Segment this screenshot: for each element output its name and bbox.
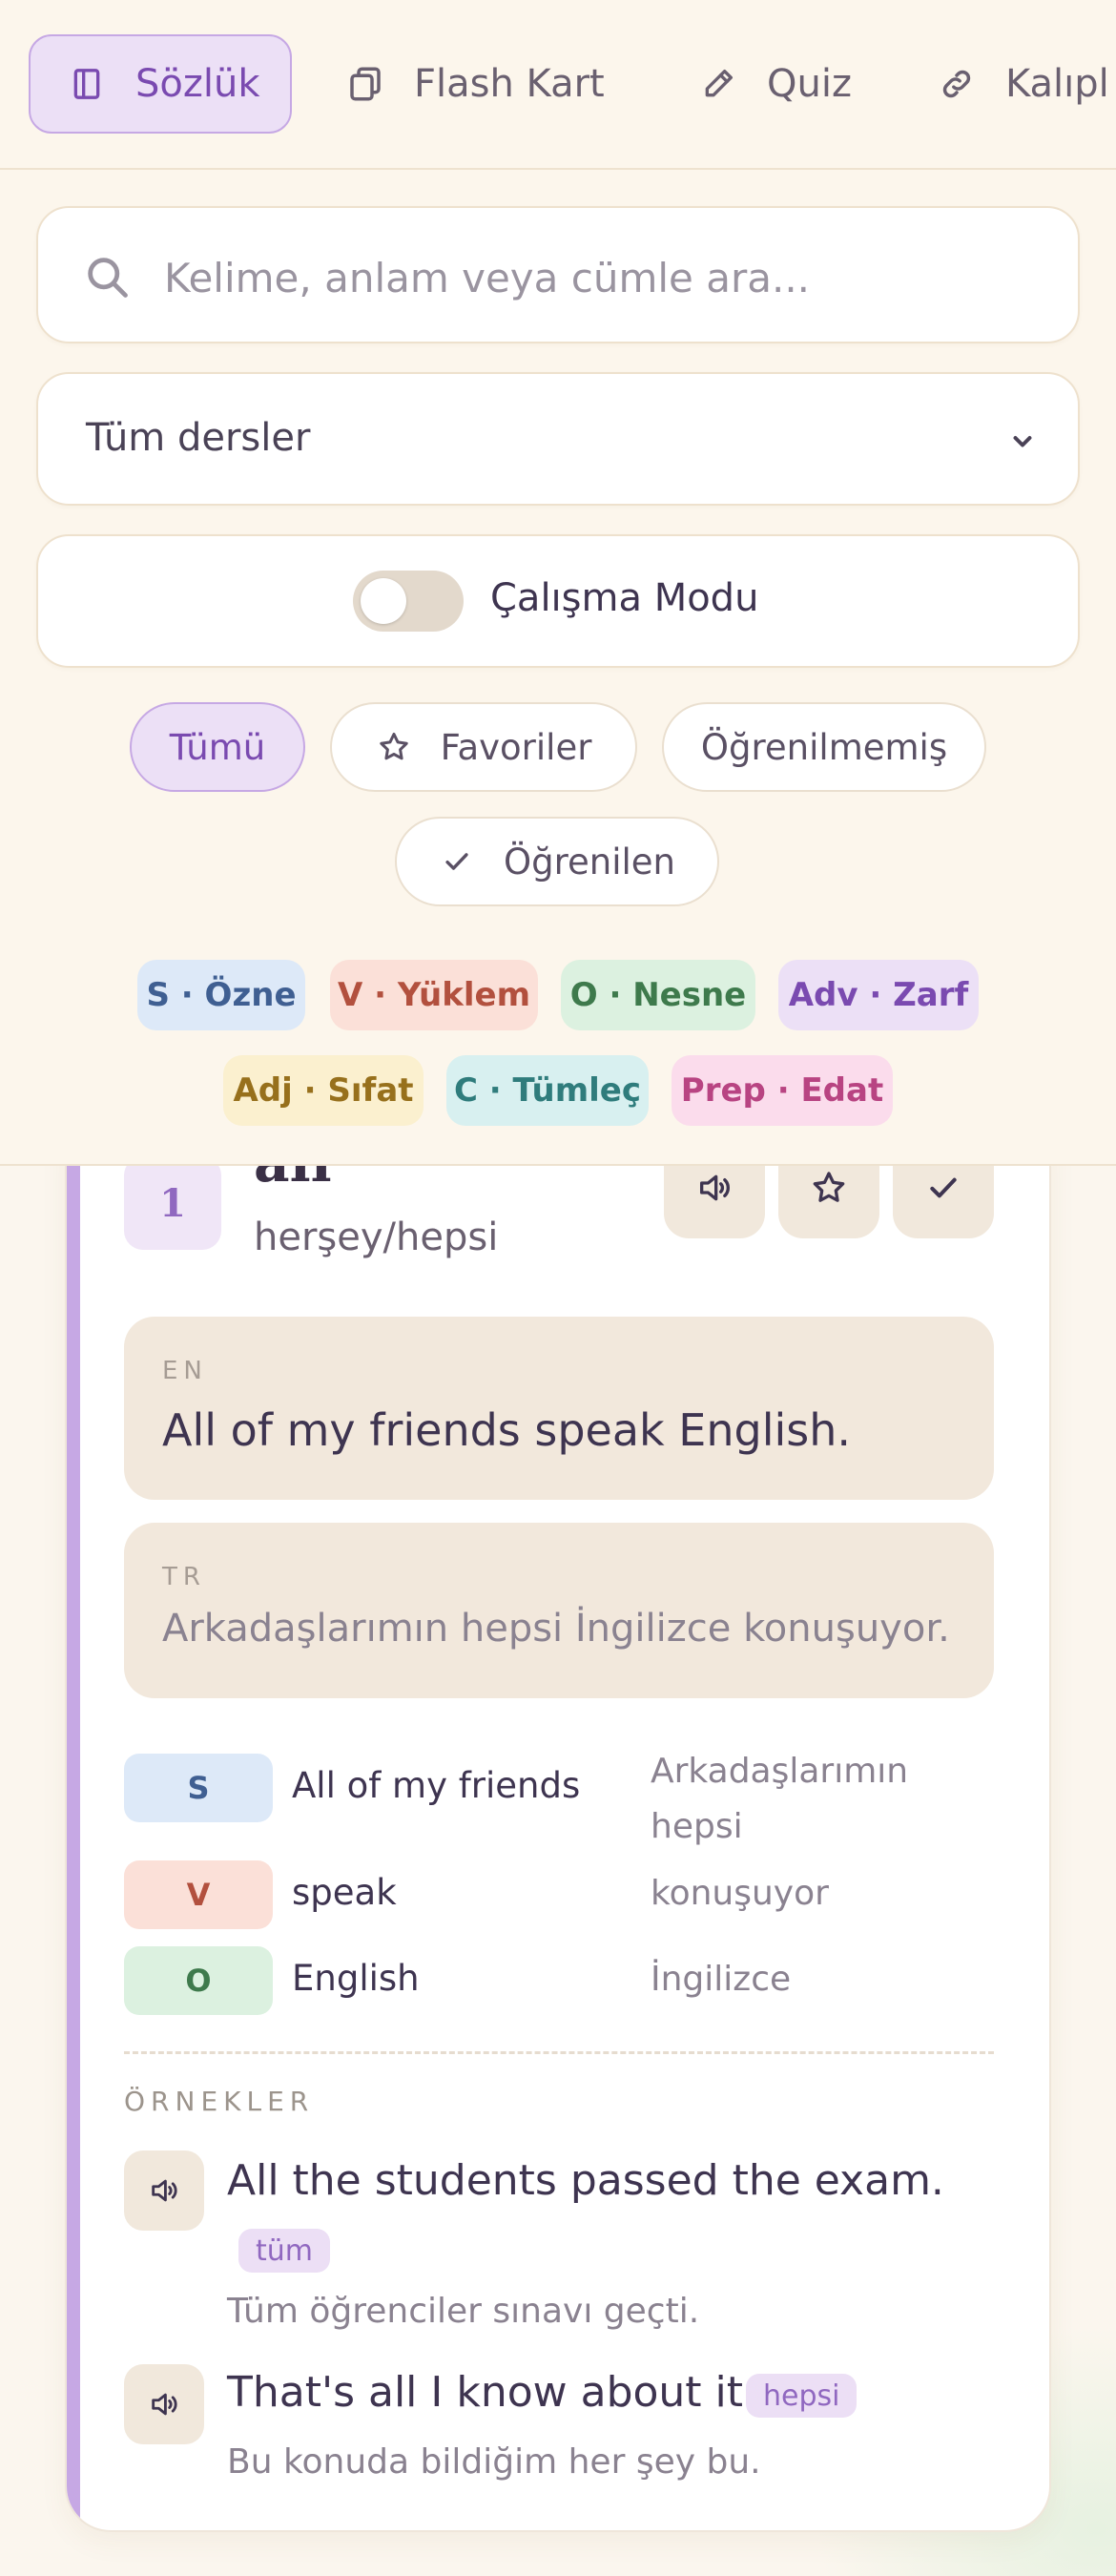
speaker-icon — [700, 1174, 730, 1201]
example-1-turkish: Tüm öğrenciler sınavı geçti. — [227, 2292, 700, 2331]
check-icon — [439, 843, 475, 880]
nav-flashcards[interactable]: Flash Kart — [343, 34, 605, 134]
card-divider — [124, 2051, 994, 2054]
word-card: 1 all herşey/hepsi EN All of my friends … — [65, 1107, 1051, 2532]
nav-quiz-label: Quiz — [767, 62, 852, 106]
example-1-tag: tüm — [238, 2229, 330, 2273]
filter-all[interactable]: Tümü — [130, 702, 305, 792]
role-english-verb: speak — [292, 1872, 397, 1913]
star-icon — [376, 729, 412, 765]
example-1-speak-button[interactable] — [124, 2150, 204, 2231]
nav-patterns-label: Kalıpl — [1005, 62, 1109, 106]
legend-complement: C · Tümleç — [446, 1055, 649, 1126]
role-english-object: English — [292, 1958, 420, 1999]
filter-learned[interactable]: Öğrenilen — [395, 817, 719, 906]
filter-all-label: Tümü — [169, 726, 266, 768]
legend-object: O · Nesne — [561, 960, 755, 1030]
role-tag-subject: S — [124, 1754, 273, 1822]
nav-dictionary-label: Sözlük — [135, 62, 260, 106]
speaker-icon — [152, 2393, 177, 2416]
study-mode-row: Çalışma Modu — [36, 534, 1080, 668]
filter-learned-label: Öğrenilen — [504, 841, 675, 883]
cards-icon — [343, 62, 387, 106]
lesson-select[interactable]: Tüm dersler — [36, 372, 1080, 506]
english-label: EN — [162, 1357, 208, 1385]
role-turkish-verb: konuşuyor — [651, 1874, 829, 1913]
search-input[interactable] — [162, 237, 1044, 319]
example-2-english: That's all I know about it. — [227, 2368, 757, 2417]
toggle-knob — [361, 578, 406, 624]
nav-dictionary[interactable]: Sözlük — [29, 34, 292, 134]
top-nav: Sözlük Flash Kart Quiz Kalıpl — [0, 0, 1116, 170]
example-2-speak-button[interactable] — [124, 2364, 204, 2444]
speaker-icon — [152, 2179, 177, 2202]
nav-flashcards-label: Flash Kart — [414, 62, 605, 106]
filter-favorites-label: Favoriler — [440, 726, 592, 768]
word-meaning: herşey/hepsi — [254, 1215, 499, 1259]
star-icon — [813, 1172, 845, 1202]
role-english-subject: All of my friends — [292, 1765, 581, 1806]
role-turkish-subject: Arkadaşlarımın hepsi — [651, 1752, 909, 1846]
role-turkish-object: İngilizce — [651, 1960, 792, 1999]
legend-adverb: Adv · Zarf — [778, 960, 979, 1030]
word-number: 1 — [124, 1156, 221, 1250]
link-icon — [935, 62, 979, 106]
filter-favorites[interactable]: Favoriler — [330, 702, 637, 792]
check-icon — [930, 1177, 957, 1198]
turkish-sentence-box: TR Arkadaşlarımın hepsi İngilizce konuşu… — [124, 1523, 994, 1698]
lesson-select-value: Tüm dersler — [86, 416, 311, 460]
examples-title: ÖRNEKLER — [124, 2086, 315, 2117]
card-accent-bar — [67, 1109, 80, 2530]
role-tag-object: O — [124, 1946, 273, 2015]
turkish-sentence: Arkadaşlarımın hepsi İngilizce konuşuyor… — [162, 1607, 950, 1651]
study-mode-label: Çalışma Modu — [490, 576, 759, 620]
nav-quiz[interactable]: Quiz — [696, 34, 852, 134]
english-sentence-box: EN All of my friends speak English. — [124, 1317, 994, 1500]
legend-verb: V · Yüklem — [330, 960, 538, 1030]
nav-patterns[interactable]: Kalıpl — [935, 34, 1109, 134]
english-sentence: All of my friends speak English. — [162, 1404, 852, 1456]
example-2-tag: hepsi — [746, 2374, 858, 2418]
search-icon — [88, 258, 128, 298]
legend-preposition: Prep · Edat — [672, 1055, 893, 1126]
legend-subject: S · Özne — [137, 960, 305, 1030]
pencil-icon — [696, 62, 740, 106]
filter-unlearned[interactable]: Öğrenilmemiş — [662, 702, 986, 792]
turkish-label: TR — [162, 1563, 206, 1591]
chevron-down-icon — [1013, 436, 1032, 447]
filter-unlearned-label: Öğrenilmemiş — [700, 726, 948, 768]
study-mode-toggle[interactable] — [353, 571, 464, 632]
example-2-turkish: Bu konuda bildiğim her şey bu. — [227, 2442, 761, 2482]
example-1-english: All the students passed the exam. — [227, 2156, 944, 2205]
role-tag-verb: V — [124, 1860, 273, 1929]
legend-adjective: Adj · Sıfat — [223, 1055, 424, 1126]
search-box — [36, 206, 1080, 343]
book-icon — [65, 62, 109, 106]
